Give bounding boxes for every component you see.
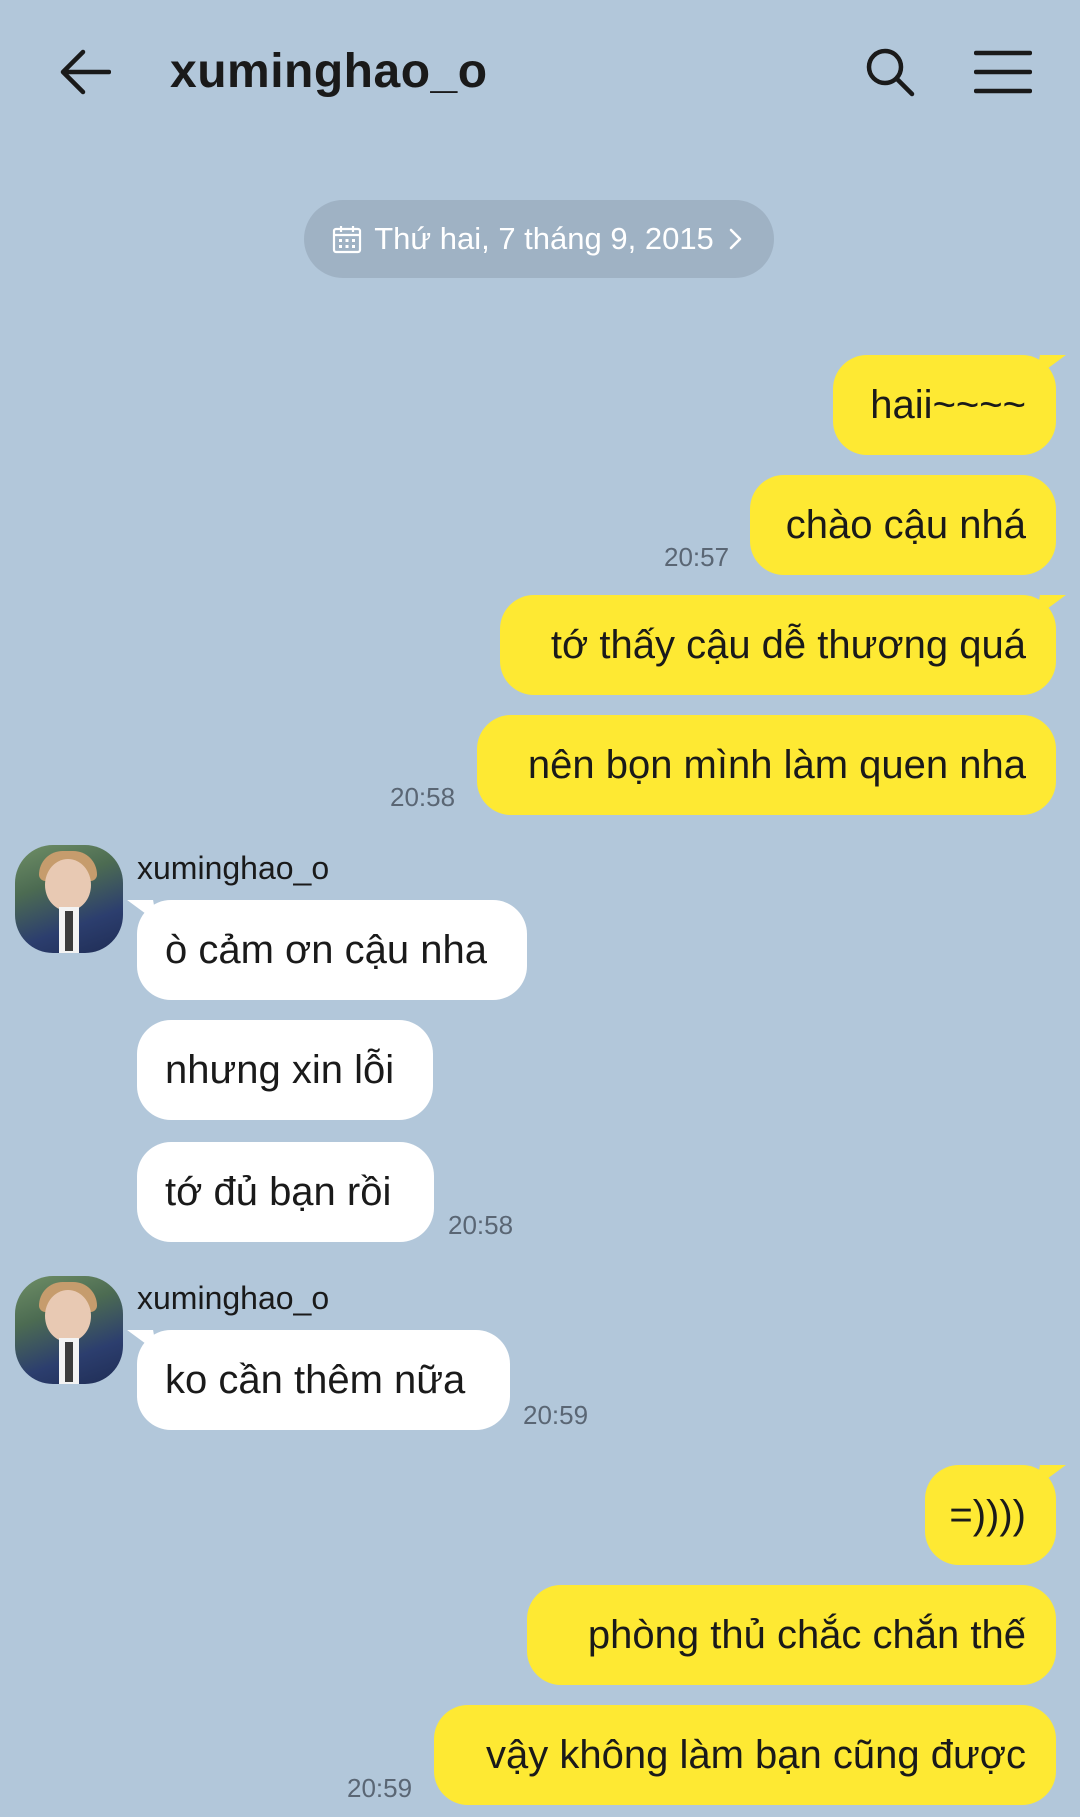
outgoing-message-bubble[interactable]: tớ thấy cậu dễ thương quá [500, 595, 1056, 695]
back-button[interactable] [50, 40, 120, 104]
arrow-left-icon [60, 49, 111, 95]
message-timestamp: 20:59 [523, 1400, 589, 1430]
message-text: phòng thủ chắc chắn thế [587, 1612, 1026, 1657]
message-text: nên bọn mình làm quen nha [527, 742, 1026, 787]
date-divider-chip[interactable]: Thứ hai, 7 tháng 9, 2015 [304, 200, 774, 278]
outgoing-message-bubble[interactable]: =)))) [925, 1465, 1056, 1565]
calendar-icon [333, 226, 362, 254]
incoming-message-bubble[interactable]: tớ đủ bạn rồi [137, 1142, 434, 1242]
message-text: tớ đủ bạn rồi [165, 1169, 392, 1214]
outgoing-message-bubble[interactable]: chào cậu nhá [750, 475, 1056, 575]
contact-avatar[interactable] [15, 1276, 123, 1384]
outgoing-message-bubble[interactable]: haii~~~~ [833, 355, 1056, 455]
message-timestamp: 20:58 [390, 782, 456, 812]
message-timestamp: 20:57 [664, 542, 730, 572]
sender-name: xuminghao_o [137, 850, 330, 886]
message-text: ò cảm ơn cậu nha [165, 927, 487, 972]
message-text: haii~~~~ [870, 382, 1026, 427]
chat-header: xuminghao_o [0, 0, 1080, 150]
message-text: vậy không làm bạn cũng được [486, 1732, 1026, 1777]
message-text: ko cần thêm nữa [165, 1357, 466, 1402]
menu-button[interactable] [965, 40, 1040, 104]
date-label: Thứ hai, 7 tháng 9, 2015 [374, 221, 714, 256]
search-button[interactable] [855, 40, 925, 104]
outgoing-message-bubble[interactable]: phòng thủ chắc chắn thế [527, 1585, 1056, 1685]
incoming-message-bubble[interactable]: nhưng xin lỗi [137, 1020, 433, 1120]
sender-name: xuminghao_o [137, 1280, 330, 1316]
message-text: nhưng xin lỗi [165, 1047, 395, 1092]
outgoing-message-bubble[interactable]: nên bọn mình làm quen nha [477, 715, 1056, 815]
chat-title: xuminghao_o [170, 45, 488, 98]
contact-avatar[interactable] [15, 845, 123, 953]
message-text: tớ thấy cậu dễ thương quá [550, 622, 1026, 667]
message-timestamp: 20:58 [448, 1210, 514, 1240]
incoming-message-bubble[interactable]: ò cảm ơn cậu nha [137, 900, 527, 1000]
message-text: =)))) [949, 1492, 1026, 1537]
message-text: chào cậu nhá [785, 502, 1026, 547]
outgoing-message-bubble[interactable]: vậy không làm bạn cũng được [434, 1705, 1056, 1805]
message-timestamp: 20:59 [347, 1773, 413, 1803]
chevron-right-icon [729, 228, 742, 250]
incoming-message-bubble[interactable]: ko cần thêm nữa [137, 1330, 510, 1430]
search-icon [866, 48, 915, 97]
hamburger-menu-icon [973, 50, 1032, 94]
